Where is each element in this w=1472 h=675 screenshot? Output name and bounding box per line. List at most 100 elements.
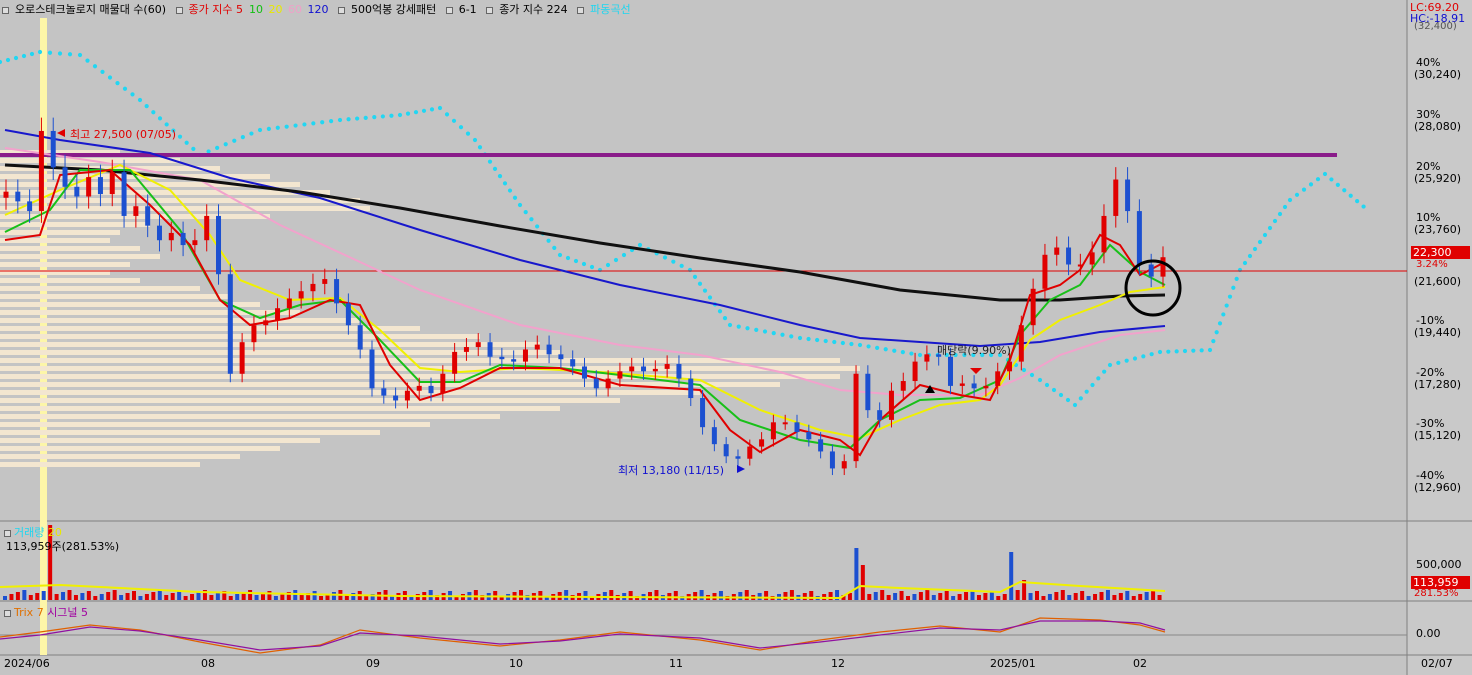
wave-dot <box>789 334 794 339</box>
candle-body <box>652 368 658 372</box>
wave-dot <box>1116 360 1121 365</box>
volume-bar <box>228 596 233 600</box>
volume-bar <box>957 594 962 600</box>
volume-bar <box>125 593 130 600</box>
candle-body <box>723 444 729 457</box>
wave-dot <box>240 135 245 140</box>
wave-dot <box>397 112 403 118</box>
volume-bar <box>331 592 336 600</box>
candle-body <box>688 378 694 399</box>
wave-dot <box>355 116 360 121</box>
wave-dot <box>380 114 385 119</box>
candle-body <box>357 325 363 350</box>
wave-dot <box>320 120 325 125</box>
wave-dot <box>507 188 513 193</box>
wave-dot <box>1221 312 1226 317</box>
candle-body <box>1077 264 1083 267</box>
candle-body <box>546 344 552 355</box>
wave-dot <box>437 105 443 111</box>
candle-body <box>700 398 706 428</box>
volume-bar <box>1157 595 1162 600</box>
wave-dot <box>497 174 503 179</box>
volume-profile-bar <box>0 278 140 283</box>
volume-bar <box>170 593 175 600</box>
volume-bar <box>235 594 240 600</box>
volume-bar <box>609 590 614 600</box>
volume-profile-bar <box>0 286 200 291</box>
wave-dot <box>1224 303 1229 308</box>
wave-dot <box>875 345 880 350</box>
wave-dot <box>892 348 897 353</box>
candle-body <box>156 225 162 241</box>
legend-ma: 종가 지수 5 <box>188 3 243 16</box>
volume-bar <box>938 593 943 600</box>
wave-dot <box>1132 356 1138 361</box>
wave-dot <box>1102 369 1107 374</box>
volume-bar <box>428 590 433 600</box>
volume-bar <box>654 590 659 600</box>
candle-body <box>38 130 44 212</box>
wave-dot <box>21 53 27 59</box>
candle-body <box>617 371 623 379</box>
wave-dot <box>157 116 163 121</box>
wave-dot <box>1182 348 1188 354</box>
volume-bar <box>880 590 885 600</box>
wave-dot <box>37 49 43 55</box>
wave-dot <box>151 110 156 115</box>
wave-dot <box>472 137 478 143</box>
wave-dot <box>857 342 863 348</box>
volume-bar <box>67 590 72 600</box>
volume-bars <box>0 525 1166 600</box>
candle-body <box>404 390 410 401</box>
wave-dot <box>206 149 211 154</box>
candle-body <box>947 356 953 386</box>
wave-dot <box>849 341 854 347</box>
volume-bar <box>22 590 27 600</box>
x-label-1: 08 <box>201 657 215 670</box>
volume-bar <box>312 591 317 600</box>
chart-legend: 오로스테크놀로지 매물대 수(60) 종가 지수 5 10 20 60 120 5… <box>2 1 637 17</box>
wave-dot <box>465 131 471 136</box>
wave-dot <box>1174 349 1179 354</box>
wave-dot <box>1252 246 1258 252</box>
wave-dot <box>1124 358 1129 363</box>
wave-dot <box>47 50 53 55</box>
candle-body <box>582 366 587 379</box>
volume-bar <box>54 594 59 600</box>
candle-body <box>239 342 245 374</box>
trix-label: Trix 7 <box>14 606 44 619</box>
candle-body <box>735 456 741 459</box>
wave-dot <box>67 52 73 57</box>
volume-bar <box>1125 591 1130 600</box>
volume-bar <box>906 596 910 600</box>
volume-bar <box>602 592 607 600</box>
volume-bar <box>177 591 182 600</box>
volume-bar <box>1054 592 1059 600</box>
volume-value: 113,959주(281.53%) <box>6 540 120 553</box>
wave-dot <box>249 131 254 136</box>
wave-dot <box>92 64 98 69</box>
candle-body <box>924 354 930 362</box>
wave-dot <box>5 57 11 63</box>
legend-title: 오로스테크놀로지 매물대 수(60) <box>15 3 167 16</box>
volume-bar <box>673 591 678 600</box>
wave-dot <box>1051 387 1057 393</box>
x-label-2: 09 <box>366 657 380 670</box>
wave-dot <box>1096 376 1101 381</box>
candle-body <box>794 422 800 433</box>
wave-dot <box>637 242 643 248</box>
volume-bar <box>280 594 285 600</box>
wave-dot <box>1199 348 1204 353</box>
wave-dot <box>883 347 888 352</box>
volume-profile-bar <box>0 310 300 315</box>
wave-dot <box>363 115 368 120</box>
volume-bar <box>73 595 78 600</box>
candle-body <box>1030 288 1036 326</box>
volume-bar <box>9 594 14 600</box>
x-label-3: 10 <box>509 657 523 670</box>
candle-body <box>168 232 174 241</box>
trix-lines <box>0 617 1407 654</box>
volume-bar <box>132 591 136 600</box>
volume-bar <box>1105 590 1110 600</box>
candle-body <box>298 291 304 299</box>
